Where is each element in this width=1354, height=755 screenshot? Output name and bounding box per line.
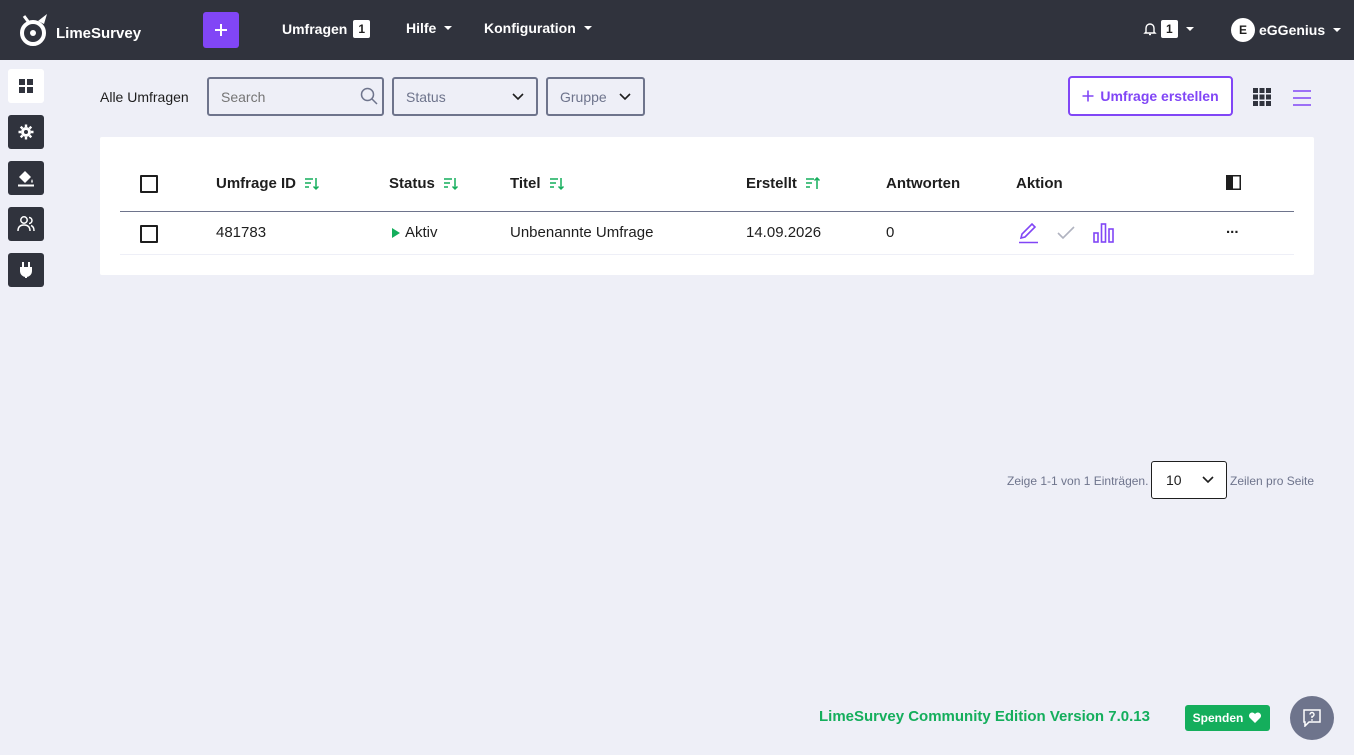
sidebar-item-themes[interactable] — [8, 161, 44, 195]
status-label: Aktiv — [405, 224, 438, 241]
user-menu[interactable]: E eGGenius — [1231, 18, 1342, 42]
page-size-value: 10 — [1166, 472, 1182, 488]
column-header-status[interactable]: Status — [389, 175, 459, 192]
sidebar-item-settings[interactable] — [8, 115, 44, 149]
page-size-suffix: Zeilen pro Seite — [1230, 474, 1315, 488]
chat-question-icon — [1303, 709, 1321, 727]
brand-logo[interactable]: LimeSurvey — [18, 12, 141, 48]
create-survey-label: Umfrage erstellen — [1100, 88, 1219, 104]
caret-down-icon — [1185, 27, 1194, 31]
nav-hilfe-label: Hilfe — [406, 20, 437, 36]
sidebar-item-dashboard[interactable] — [8, 69, 44, 103]
heart-hand-icon — [1249, 712, 1262, 723]
select-all-checkbox[interactable] — [140, 175, 158, 193]
select-all-checkbox-cell — [140, 175, 158, 193]
column-header-responses-label: Antworten — [886, 175, 961, 192]
table-row[interactable]: 481783 Aktiv Unbenannte Umfrage 14.09.20… — [120, 212, 1294, 255]
version-link[interactable]: LimeSurvey Community Edition Version 7.0… — [819, 708, 1150, 725]
sort-desc-icon — [549, 177, 564, 190]
nav-umfragen[interactable]: Umfragen 1 — [282, 20, 371, 38]
create-survey-button[interactable]: Umfrage erstellen — [1068, 76, 1233, 116]
avatar: E — [1231, 18, 1255, 42]
donate-button[interactable]: Spenden — [1185, 705, 1270, 731]
column-header-id-label: Umfrage ID — [216, 175, 297, 192]
column-header-action: Aktion — [1016, 175, 1063, 192]
row-checkbox[interactable] — [140, 225, 158, 243]
chevron-down-icon — [512, 92, 524, 100]
gear-icon — [18, 124, 34, 140]
cell-responses: 0 — [886, 224, 895, 241]
feedback-button[interactable] — [1290, 696, 1334, 740]
sidebar-item-plugins[interactable] — [8, 253, 44, 287]
column-header-action-label: Aktion — [1016, 175, 1063, 192]
notifications-badge: 1 — [1161, 20, 1178, 38]
top-navbar: LimeSurvey Umfragen 1 Hilfe Konfiguratio… — [0, 0, 1354, 60]
group-filter-select[interactable]: Gruppe — [546, 77, 645, 116]
row-checkbox-cell — [140, 225, 158, 243]
table-header-row: Umfrage ID Status Titel Erstellt Antwort… — [120, 158, 1294, 212]
plug-icon — [20, 262, 32, 278]
group-filter-value: Gruppe — [560, 88, 607, 105]
column-header-title[interactable]: Titel — [510, 175, 565, 192]
cell-created: 14.09.2026 — [746, 224, 822, 241]
edit-pencil-icon[interactable] — [1018, 222, 1039, 244]
caret-down-icon — [1333, 28, 1342, 32]
caret-down-icon — [444, 26, 453, 30]
cell-status: Aktiv — [392, 224, 438, 241]
column-header-status-label: Status — [389, 175, 435, 192]
column-header-id[interactable]: Umfrage ID — [216, 175, 320, 192]
column-header-responses: Antworten — [886, 175, 960, 192]
chevron-down-icon — [1202, 476, 1214, 484]
plus-icon — [1082, 90, 1094, 102]
column-header-created-label: Erstellt — [746, 175, 797, 192]
cell-id: 481783 — [216, 224, 267, 241]
status-filter-select[interactable]: Status — [392, 77, 538, 116]
chevron-down-icon — [619, 92, 631, 100]
play-icon — [392, 227, 400, 238]
notifications-button[interactable]: 1 — [1143, 20, 1194, 38]
pagination-summary: Zeige 1-1 von 1 Einträgen. — [1007, 474, 1149, 488]
column-toggle-button[interactable] — [1226, 175, 1241, 190]
search-icon[interactable] — [360, 87, 378, 105]
cell-actions — [1018, 222, 1114, 244]
column-header-title-label: Titel — [510, 175, 541, 192]
caret-down-icon — [583, 26, 592, 30]
bell-icon — [1143, 23, 1157, 36]
statistics-bar-chart-icon[interactable] — [1093, 223, 1114, 243]
checkmark-icon[interactable] — [1057, 226, 1075, 240]
nav-konfiguration-label: Konfiguration — [484, 20, 576, 36]
limesurvey-logo-icon — [20, 14, 47, 46]
users-icon — [17, 216, 35, 232]
breadcrumb: Alle Umfragen — [100, 89, 189, 105]
column-header-created[interactable]: Erstellt — [746, 175, 821, 192]
quick-add-button[interactable] — [203, 12, 239, 48]
status-filter-value: Status — [406, 88, 446, 105]
sort-desc-icon — [443, 177, 458, 190]
search-input[interactable] — [207, 77, 384, 116]
grid-view-icon[interactable] — [1253, 88, 1271, 106]
column-toggle-icon — [1226, 175, 1241, 190]
page-size-select[interactable]: 10 — [1151, 461, 1227, 499]
sidebar-item-users[interactable] — [8, 207, 44, 241]
paint-bucket-icon — [18, 171, 34, 187]
nav-umfragen-label: Umfragen — [282, 21, 348, 37]
row-more-button[interactable]: ... — [1226, 220, 1239, 237]
sort-asc-icon — [805, 176, 820, 189]
plus-icon — [215, 24, 227, 36]
cell-title[interactable]: Unbenannte Umfrage — [510, 224, 653, 241]
nav-umfragen-badge: 1 — [353, 20, 371, 38]
grid-icon — [19, 79, 33, 93]
nav-hilfe[interactable]: Hilfe — [406, 20, 453, 36]
user-name: eGGenius — [1259, 22, 1326, 38]
sort-desc-icon — [305, 177, 320, 190]
brand-name: LimeSurvey — [56, 24, 142, 42]
list-view-icon[interactable] — [1293, 89, 1311, 107]
nav-konfiguration[interactable]: Konfiguration — [484, 20, 592, 36]
donate-label: Spenden — [1192, 711, 1244, 725]
